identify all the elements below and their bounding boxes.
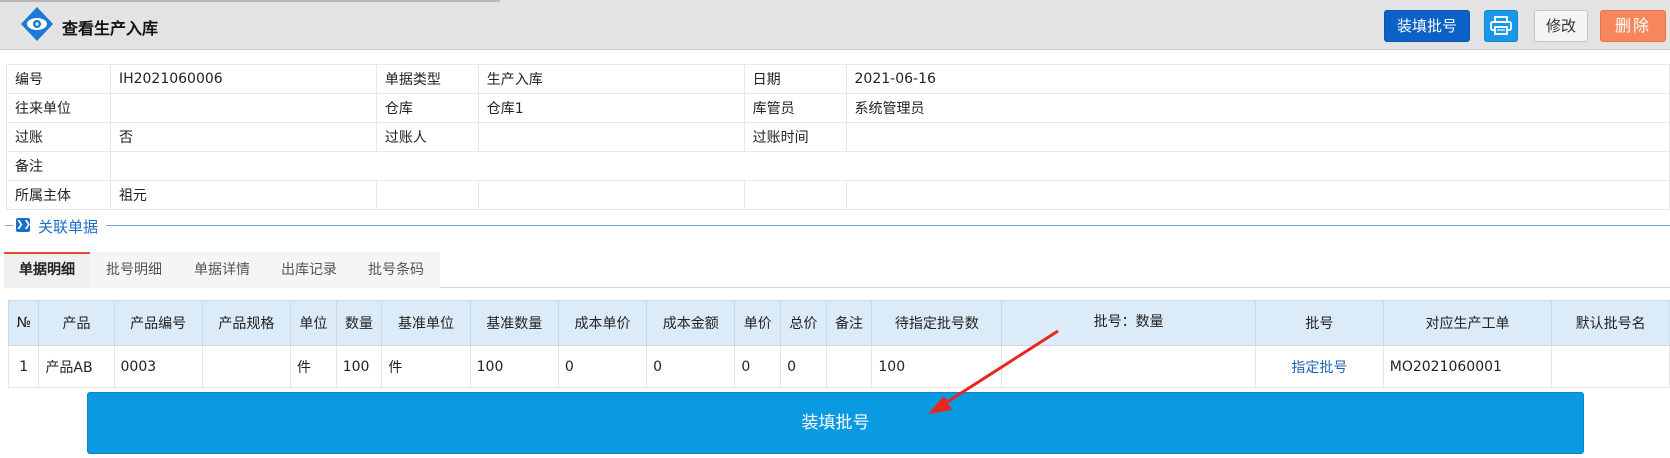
column-header[interactable]: 对应生产工单 — [1382, 300, 1553, 346]
value-keeper: 系统管理员 — [845, 93, 1670, 123]
label-posted: 过账 — [6, 122, 111, 152]
tab-document-details[interactable]: 单据明细 — [4, 252, 90, 288]
info-row: 往来单位 仓库 仓库1 库管员 系统管理员 — [6, 93, 1670, 123]
empty-cell — [743, 180, 847, 210]
cell-pending-batches: 100 — [871, 345, 1003, 388]
cell-base-quantity: 100 — [469, 345, 559, 388]
value-date: 2021-06-16 — [845, 64, 1670, 94]
fill-batch-button[interactable]: 装填批号 — [1384, 10, 1470, 42]
cell-batch-quantity — [1001, 345, 1256, 388]
divider — [106, 225, 1670, 226]
column-header[interactable]: 批号 — [1254, 300, 1384, 346]
column-header[interactable]: 默认批号名 — [1551, 300, 1670, 346]
empty-cell — [477, 180, 745, 210]
cell-remark — [825, 345, 873, 388]
info-row: 所属主体 祖元 — [6, 180, 1670, 210]
column-header[interactable]: 单价 — [734, 300, 782, 346]
label-partner: 往来单位 — [6, 93, 111, 123]
assign-batch-link[interactable]: 指定批号 — [1254, 345, 1384, 388]
value-remark — [109, 151, 1670, 181]
related-documents-toggle[interactable]: 关联单据 — [38, 216, 98, 237]
cell-product-code: 0003 — [113, 345, 203, 388]
label-entity: 所属主体 — [6, 180, 111, 210]
info-row: 备注 — [6, 151, 1670, 181]
tab-batch-barcodes[interactable]: 批号条码 — [352, 252, 440, 288]
column-header[interactable]: 成本单价 — [557, 300, 648, 346]
cell-default-batch-name — [1551, 345, 1670, 388]
info-row: 过账 否 过账人 过账时间 — [6, 122, 1670, 152]
cell-quantity: 100 — [335, 345, 383, 388]
value-number: IH2021060006 — [109, 64, 377, 94]
cell-unit-price: 0 — [734, 345, 782, 388]
label-number: 编号 — [6, 64, 111, 94]
column-header[interactable]: 批号：数量 — [1001, 300, 1256, 346]
value-doc-type: 生产入库 — [477, 64, 745, 94]
cell-total-price: 0 — [780, 345, 827, 388]
label-doc-type: 单据类型 — [375, 64, 479, 94]
value-partner — [109, 93, 377, 123]
label-keeper: 库管员 — [743, 93, 847, 123]
cell-base-unit: 件 — [381, 345, 471, 388]
column-header[interactable]: 成本金额 — [646, 300, 736, 346]
column-header[interactable]: 单位 — [290, 300, 337, 346]
label-remark: 备注 — [6, 151, 111, 181]
fill-batch-primary-button[interactable]: 装填批号 — [87, 392, 1584, 454]
double-chevron-down-icon[interactable]: ❯❯ — [16, 218, 31, 232]
column-header[interactable]: 基准数量 — [469, 300, 559, 346]
value-post-time — [845, 122, 1670, 152]
cell-product: 产品AB — [38, 345, 115, 388]
top-divider — [0, 0, 500, 2]
column-header[interactable]: 总价 — [780, 300, 827, 346]
divider — [5, 225, 13, 226]
cell-work-order: MO2021060001 — [1382, 345, 1553, 388]
value-posted: 否 — [109, 122, 377, 152]
column-header[interactable]: № — [7, 300, 40, 346]
column-header[interactable]: 基准单位 — [381, 300, 471, 346]
info-row: 编号 IH2021060006 单据类型 生产入库 日期 2021-06-16 — [6, 64, 1670, 94]
document-info-table: 编号 IH2021060006 单据类型 生产入库 日期 2021-06-16 … — [6, 64, 1670, 210]
column-header[interactable]: 备注 — [825, 300, 873, 346]
empty-cell — [375, 180, 479, 210]
cell-unit: 件 — [290, 345, 337, 388]
label-post-time: 过账时间 — [743, 122, 847, 152]
empty-cell — [845, 180, 1670, 210]
column-header[interactable]: 产品规格 — [201, 300, 292, 346]
cell-cost-price: 0 — [557, 345, 648, 388]
value-entity: 祖元 — [109, 180, 377, 210]
column-header[interactable]: 产品编号 — [113, 300, 203, 346]
column-header[interactable]: 产品 — [38, 300, 115, 346]
tab-document-info[interactable]: 单据详情 — [178, 252, 266, 288]
column-header[interactable]: 数量 — [335, 300, 383, 346]
value-warehouse: 仓库1 — [477, 93, 745, 123]
label-date: 日期 — [743, 64, 847, 94]
delete-button[interactable]: 删除 — [1600, 10, 1666, 42]
edit-button[interactable]: 修改 — [1534, 10, 1588, 42]
eye-icon — [21, 7, 53, 41]
tab-batch-details[interactable]: 批号明细 — [90, 252, 178, 288]
page-title: 查看生产入库 — [62, 19, 159, 38]
title-bar: 查看生产入库 装填批号 修改 删除 — [0, 0, 1670, 50]
print-button[interactable] — [1484, 10, 1518, 42]
cell-index: 1 — [7, 345, 40, 388]
printer-icon — [1490, 16, 1512, 35]
tab-bar: 单据明细 批号明细 单据详情 出库记录 批号条码 — [4, 252, 1670, 288]
grid-header-row: № 产品 产品编号 产品规格 单位 数量 基准单位 基准数量 成本单价 成本金额… — [7, 300, 1670, 346]
column-header[interactable]: 待指定批号数 — [871, 300, 1003, 346]
tab-outbound-records[interactable]: 出库记录 — [266, 252, 352, 288]
value-poster — [477, 122, 745, 152]
table-row[interactable]: 1 产品AB 0003 件 100 件 100 0 0 0 0 100 指定批号… — [7, 345, 1670, 388]
label-poster: 过账人 — [375, 122, 479, 152]
related-documents-section: ❯❯ 关联单据 — [0, 216, 1670, 236]
detail-grid: № 产品 产品编号 产品规格 单位 数量 基准单位 基准数量 成本单价 成本金额… — [7, 300, 1670, 388]
label-warehouse: 仓库 — [375, 93, 479, 123]
cell-spec — [201, 345, 292, 388]
cell-cost-amount: 0 — [646, 345, 736, 388]
